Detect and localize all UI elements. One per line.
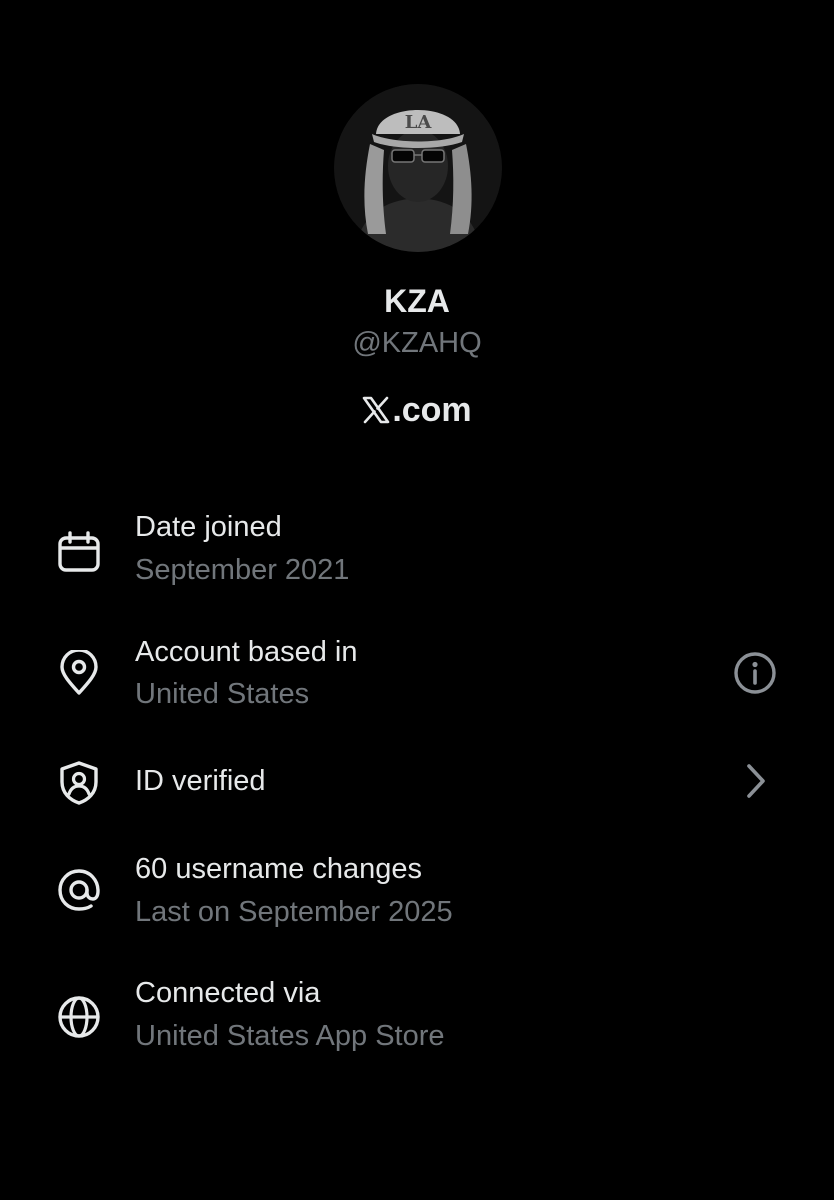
brand-domain-suffix: .com bbox=[392, 391, 472, 429]
info-row-title: Date joined bbox=[135, 511, 282, 543]
info-row-title: ID verified bbox=[135, 765, 266, 797]
info-row-title: 60 username changes bbox=[135, 853, 422, 885]
profile-handle: @KZAHQ bbox=[352, 327, 482, 359]
info-row-title: Connected via bbox=[135, 977, 321, 1009]
at-sign-icon bbox=[56, 867, 102, 913]
globe-icon bbox=[56, 994, 102, 1040]
chevron-right-icon[interactable] bbox=[732, 758, 778, 804]
profile-name: KZA bbox=[384, 283, 450, 319]
info-row-subtitle: Last on September 2025 bbox=[135, 896, 453, 928]
brand-domain: .com bbox=[0, 388, 834, 432]
info-row-title: Account based in bbox=[135, 636, 358, 668]
shield-user-icon bbox=[56, 760, 102, 806]
info-row-subtitle: September 2021 bbox=[135, 554, 350, 586]
x-logo-icon bbox=[362, 396, 390, 424]
profile-avatar[interactable]: LA bbox=[334, 84, 502, 252]
calendar-icon bbox=[56, 530, 102, 576]
location-pin-icon bbox=[56, 648, 102, 696]
info-row-subtitle: United States App Store bbox=[135, 1020, 445, 1052]
avatar-photo-icon: LA bbox=[334, 84, 502, 252]
svg-text:LA: LA bbox=[405, 112, 433, 133]
info-row-subtitle: United States bbox=[135, 678, 310, 710]
info-icon[interactable] bbox=[732, 650, 778, 696]
